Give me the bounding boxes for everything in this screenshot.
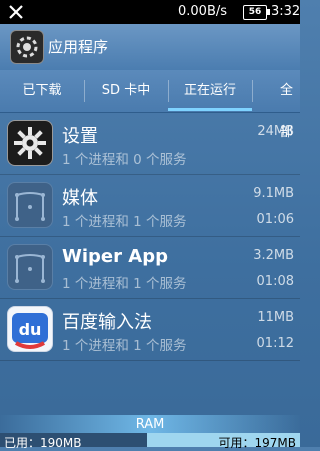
app-name: 设置: [62, 126, 98, 147]
ram-used-text: 已用：190MB: [4, 436, 82, 450]
ram-label: RAM: [0, 415, 300, 435]
close-notification-icon: [9, 5, 23, 19]
list-item-media[interactable]: 媒体 1 个进程和 1 个服务 9.1MB 01:06: [0, 174, 300, 237]
tab-running[interactable]: 正在运行: [168, 70, 252, 112]
media-robot-icon: [7, 182, 53, 228]
list-item-baidu-input[interactable]: du 百度输入法 1 个进程和 1 个服务 11MB 01:12: [0, 298, 300, 361]
status-bar: 0.00B/s 56 3:32: [0, 0, 300, 24]
clock: 3:32: [271, 4, 301, 19]
app-name: 媒体: [62, 188, 98, 209]
list-item-wiper-app[interactable]: Wiper App 1 个进程和 1 个服务 3.2MB 01:08: [0, 236, 300, 299]
memory-size: 24MB: [257, 124, 294, 139]
memory-size: 9.1MB: [253, 186, 294, 201]
settings-gear-icon: [7, 120, 53, 166]
network-speed: 0.00B/s: [178, 4, 228, 19]
ram-free-text: 可用：197MB: [218, 436, 297, 450]
battery-icon: 56: [243, 5, 270, 20]
app-name: Wiper App: [62, 246, 168, 267]
tab-downloaded[interactable]: 已下载: [0, 70, 84, 112]
memory-size: 11MB: [257, 310, 294, 325]
process-count: 1 个进程和 1 个服务: [62, 276, 187, 292]
memory-size: 3.2MB: [253, 248, 294, 263]
tab-bar: 已下载 SD 卡中 正在运行 全部: [0, 70, 300, 140]
process-count: 1 个进程和 0 个服务: [62, 152, 187, 168]
wiper-robot-icon: [7, 244, 53, 290]
process-count: 1 个进程和 1 个服务: [62, 214, 187, 230]
run-time: 01:06: [256, 212, 294, 227]
settings-app-icon: [10, 30, 44, 64]
page-title: 应用程序: [48, 38, 109, 56]
process-count: 1 个进程和 1 个服务: [62, 338, 187, 354]
title-bar: 应用程序: [0, 24, 300, 71]
tab-sd-card[interactable]: SD 卡中: [84, 70, 168, 112]
baidu-du-icon: du: [7, 306, 53, 352]
list-item-settings[interactable]: 设置 1 个进程和 0 个服务 24MB: [0, 112, 300, 175]
run-time: 01:08: [256, 274, 294, 289]
svg-text:du: du: [19, 320, 42, 339]
selected-tab-indicator: [168, 108, 252, 111]
app-name: 百度输入法: [62, 312, 152, 333]
tab-all[interactable]: 全部: [252, 70, 300, 140]
run-time: 01:12: [256, 336, 294, 351]
